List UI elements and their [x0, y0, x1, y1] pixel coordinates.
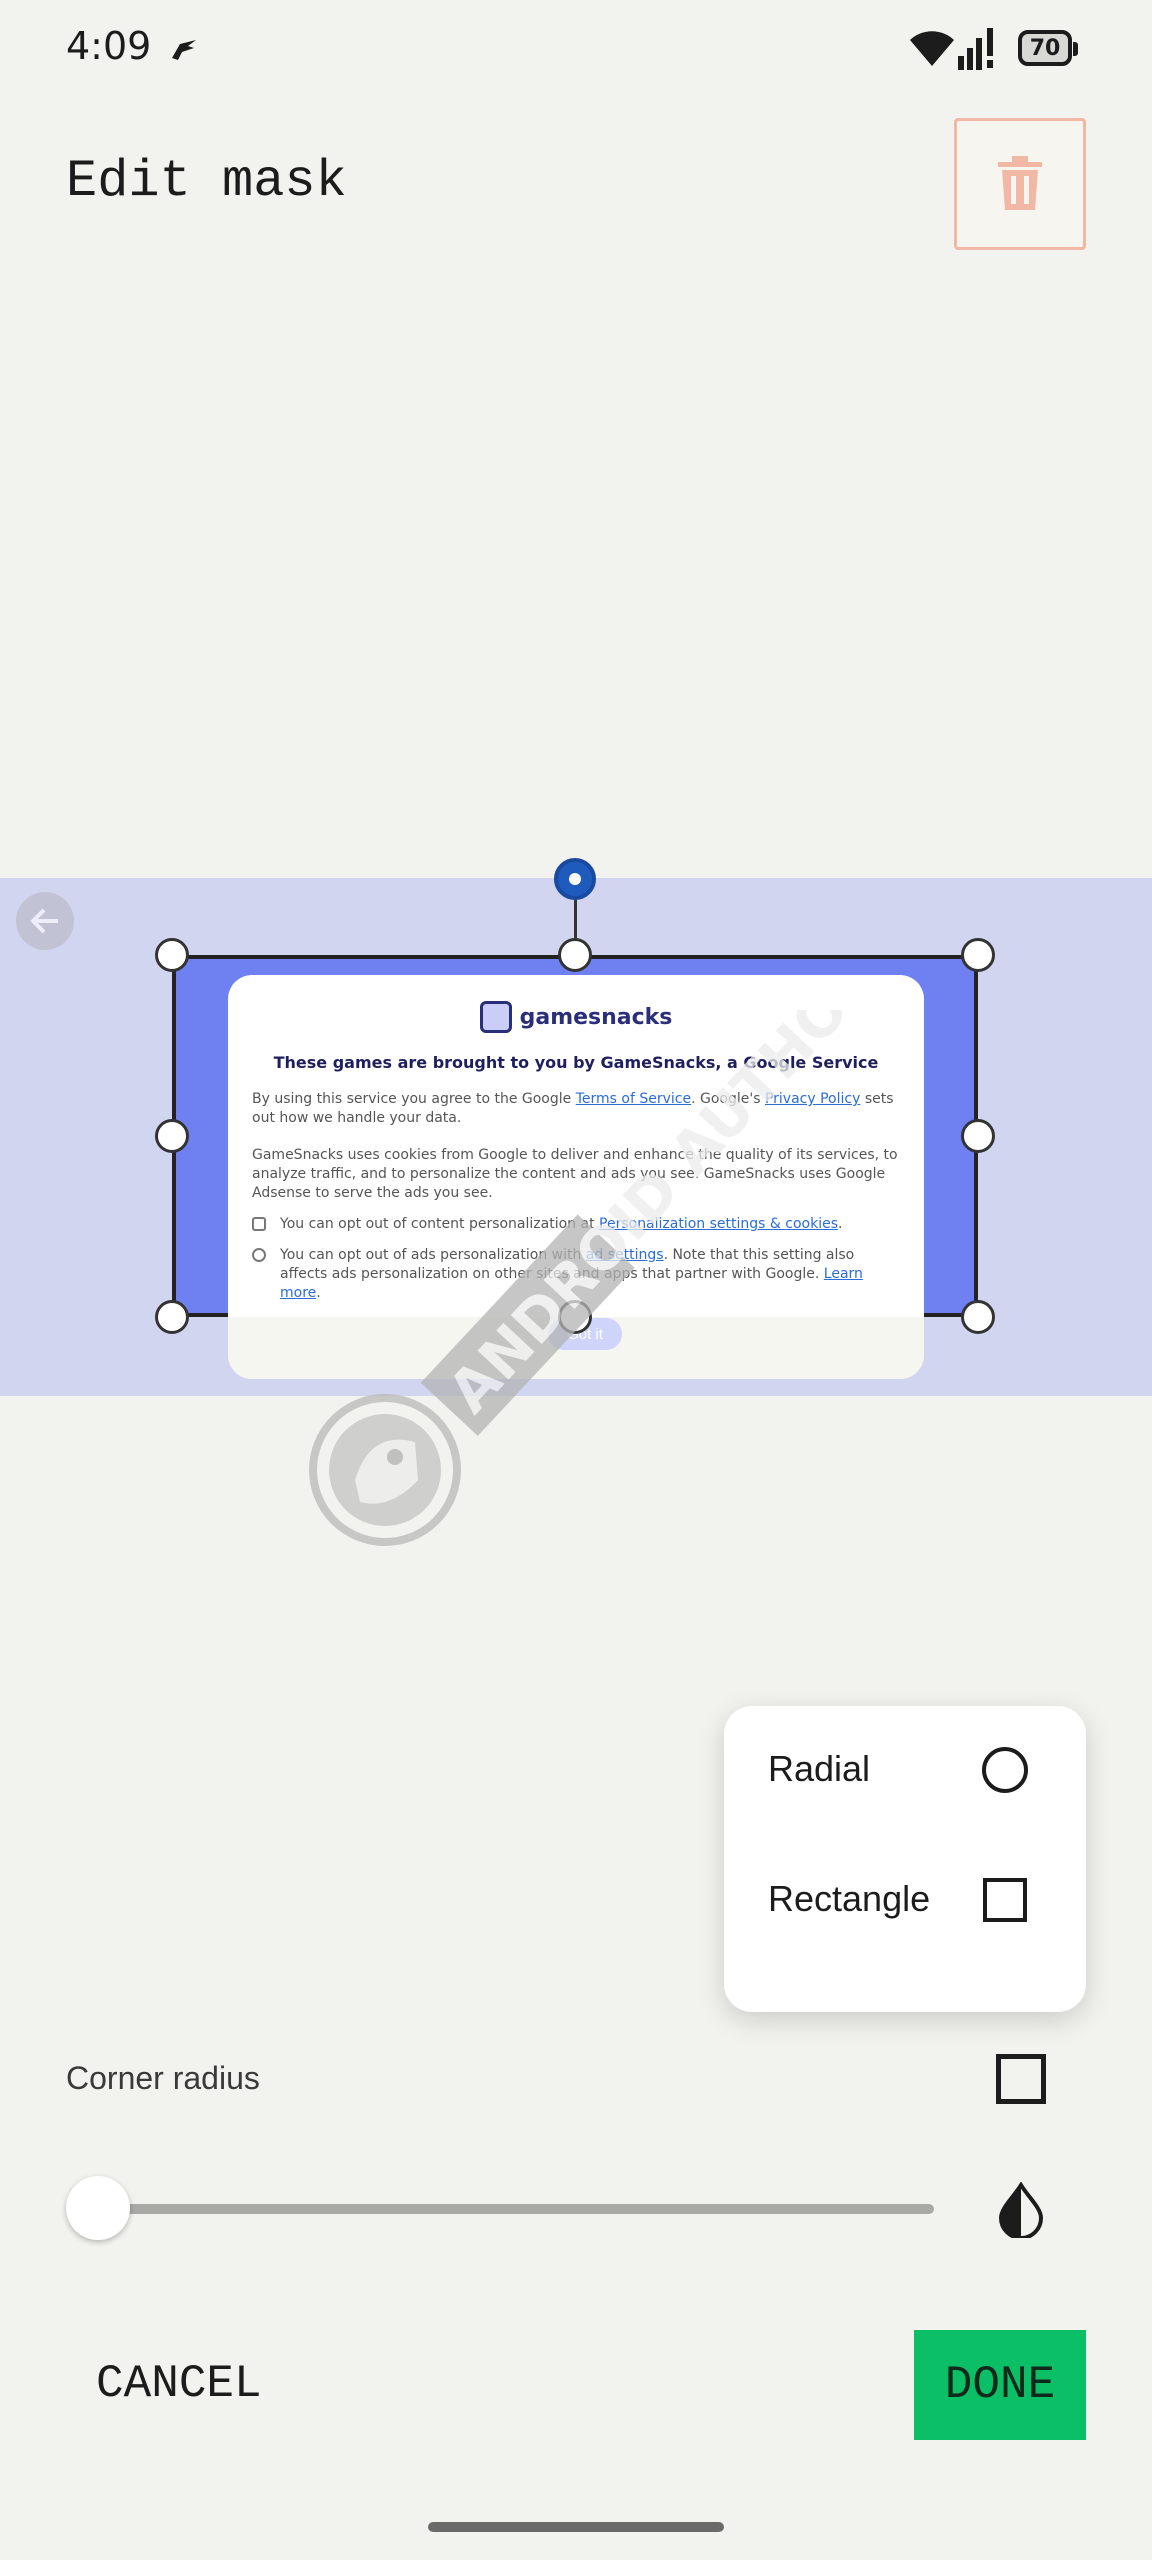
trash-icon [998, 156, 1042, 210]
opacity-icon[interactable] [996, 2182, 1046, 2238]
resize-handle-right[interactable] [961, 1119, 995, 1153]
resize-handle-left[interactable] [155, 1119, 189, 1153]
back-arrow-button[interactable] [16, 892, 74, 950]
resize-handle-top-left[interactable] [155, 938, 189, 972]
done-button[interactable]: DONE [914, 2330, 1086, 2440]
shape-menu: Radial Rectangle [724, 1706, 1086, 2012]
square-icon [983, 1878, 1027, 1922]
rotate-handle[interactable] [554, 858, 596, 900]
home-indicator[interactable] [428, 2522, 724, 2532]
corner-radius-slider-thumb[interactable] [66, 2176, 130, 2240]
grid-icon [252, 1217, 266, 1231]
resize-handle-top-right[interactable] [961, 938, 995, 972]
watermark-text: ANDROID AUTHORITY [435, 1010, 860, 1426]
app-notification-icon [172, 40, 196, 60]
battery-icon: 70 [1018, 30, 1078, 66]
shape-option-rectangle[interactable]: Rectangle [724, 1836, 1086, 1966]
corner-radius-label: Corner radius [66, 2060, 260, 2096]
target-icon [252, 1248, 266, 1262]
shape-option-radial[interactable]: Radial [724, 1706, 1086, 1836]
shape-square-icon[interactable] [996, 2054, 1046, 2104]
delete-button[interactable] [954, 118, 1086, 250]
corner-radius-slider[interactable] [92, 2204, 934, 2214]
status-time: 4:09 [66, 24, 152, 68]
cancel-button[interactable]: CANCEL [96, 2354, 266, 2414]
status-bar: 4:09 70 [0, 0, 1152, 100]
signal-icon [958, 28, 993, 70]
page-title: Edit mask [66, 152, 347, 211]
circle-icon [982, 1747, 1028, 1793]
resize-handle-bottom-right[interactable] [961, 1300, 995, 1334]
wifi-icon [910, 31, 954, 66]
watermark-logo: ANDROID AUTHORITY [309, 1010, 860, 1546]
arrow-left-icon [30, 908, 58, 934]
resize-handle-top[interactable] [558, 938, 592, 972]
resize-handle-bottom-left[interactable] [155, 1300, 189, 1334]
